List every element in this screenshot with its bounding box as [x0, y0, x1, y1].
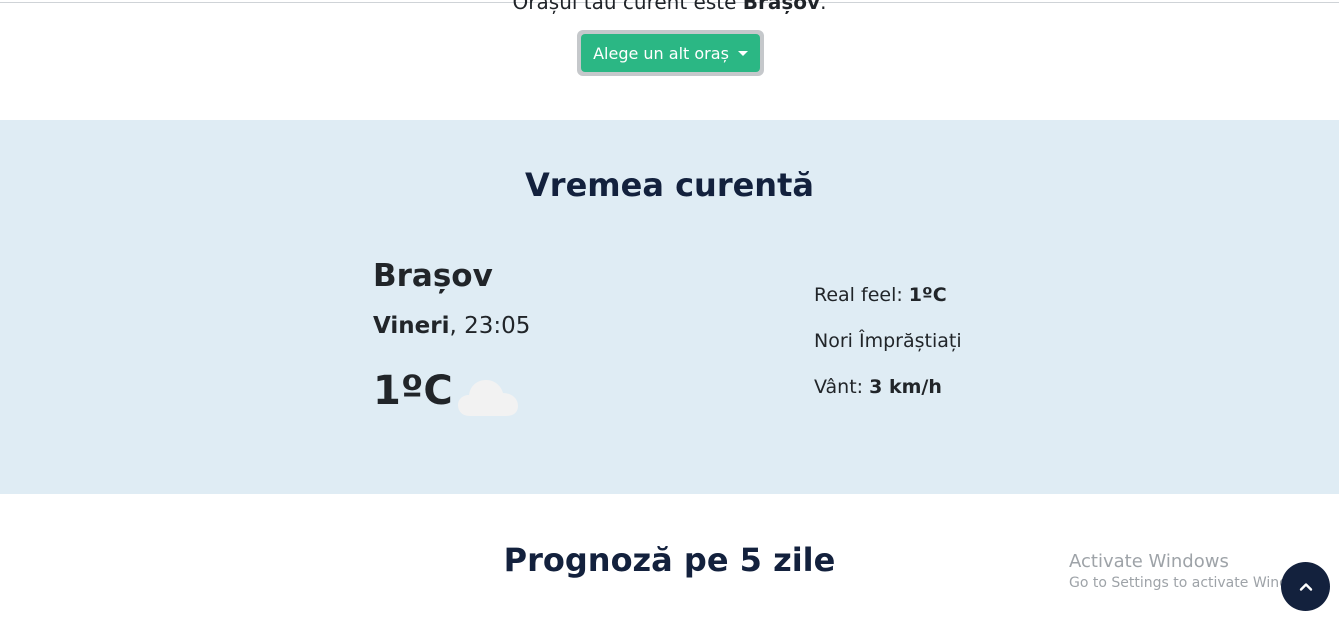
- weather-temperature: 1ºC: [373, 368, 453, 414]
- real-feel-label: Real feel:: [814, 284, 909, 306]
- activate-windows-line1: Activate Windows: [1069, 551, 1229, 572]
- wind-label: Vânt:: [814, 376, 870, 398]
- caret-down-icon: [737, 51, 748, 56]
- chevron-up-icon: [1299, 582, 1312, 591]
- current-city-suffix: .: [820, 0, 827, 14]
- weather-description: Nori Împrăștiați: [814, 330, 962, 352]
- real-feel-value: 1ºC: [908, 284, 947, 306]
- weather-day: Vineri: [373, 313, 450, 339]
- wind-value: 3 km/h: [869, 376, 942, 398]
- current-weather-section: Vremea curentă Brașov Vineri, 23:05 1ºC …: [0, 120, 1339, 494]
- current-city-line: Orașul tău curent este Brașov.: [0, 0, 1339, 14]
- weather-time: , 23:05: [449, 313, 531, 339]
- weather-city-name: Brașov: [373, 258, 493, 294]
- choose-city-focus-ring: Alege un alt oraș: [577, 30, 764, 76]
- real-feel: Real feel: 1ºC: [814, 284, 947, 306]
- cloud-icon: [458, 380, 518, 416]
- wind: Vânt: 3 km/h: [814, 376, 942, 398]
- choose-city-dropdown-button[interactable]: Alege un alt oraș: [581, 34, 760, 72]
- current-city-prefix: Orașul tău curent este: [512, 0, 743, 14]
- current-weather-title: Vremea curentă: [525, 166, 814, 204]
- choose-city-button-label: Alege un alt oraș: [593, 43, 729, 63]
- scroll-to-top-button[interactable]: [1281, 562, 1330, 611]
- current-city-name: Brașov: [742, 0, 821, 14]
- weather-day-time: Vineri, 23:05: [373, 313, 530, 339]
